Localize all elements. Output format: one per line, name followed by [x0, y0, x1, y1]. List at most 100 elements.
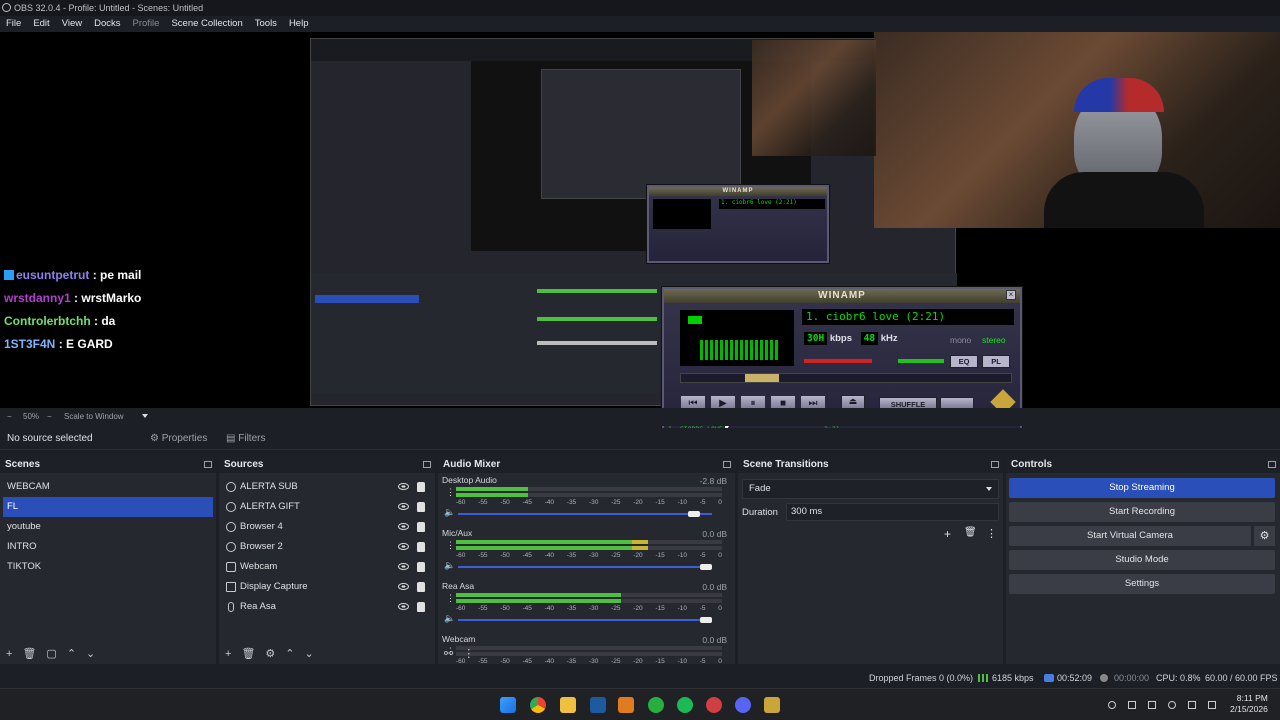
lock-icon[interactable]	[417, 522, 425, 532]
scene-item[interactable]: INTRO	[0, 537, 216, 557]
volume-icon[interactable]: 🔈	[444, 613, 455, 624]
eye-icon[interactable]	[398, 603, 409, 610]
zoom-in-icon[interactable]: −	[47, 408, 52, 426]
eye-icon[interactable]	[398, 563, 409, 570]
volume-slider[interactable]	[458, 566, 712, 568]
scene-item-selected[interactable]: FL	[3, 497, 213, 517]
whatsapp-icon[interactable]	[648, 697, 664, 713]
taskbar-clock[interactable]: 8:11 PM 2/15/2026	[1230, 693, 1268, 715]
source-item[interactable]: Display Capture	[219, 577, 435, 597]
app-icon[interactable]	[706, 697, 722, 713]
scene-item[interactable]: TIKTOK	[0, 557, 216, 577]
move-up-icon[interactable]: ⌃	[285, 648, 294, 660]
eye-icon[interactable]	[398, 503, 409, 510]
source-item[interactable]: Webcam	[219, 557, 435, 577]
add-icon[interactable]: +	[944, 527, 951, 541]
eye-icon[interactable]	[398, 543, 409, 550]
wifi-icon[interactable]	[1188, 701, 1196, 709]
settings-button[interactable]: Settings	[1009, 574, 1275, 594]
start-virtual-camera-button[interactable]: Start Virtual Camera	[1009, 526, 1251, 546]
source-item[interactable]: ALERTA SUB	[219, 477, 435, 497]
stop-streaming-button[interactable]: Stop Streaming	[1009, 478, 1275, 498]
winamp-icon[interactable]	[764, 697, 780, 713]
add-icon[interactable]: +	[225, 648, 231, 660]
tray-icon[interactable]	[1148, 701, 1156, 709]
menu-dots-icon[interactable]: ⋮	[986, 527, 997, 540]
move-down-icon[interactable]: ⌄	[305, 648, 314, 660]
lock-icon[interactable]	[417, 502, 425, 512]
source-item[interactable]: Browser 4	[219, 517, 435, 537]
winamp-eq-button[interactable]: EQ	[950, 355, 978, 368]
file-explorer-icon[interactable]	[560, 697, 576, 713]
volume-knob[interactable]	[700, 617, 712, 623]
scene-item[interactable]: WEBCAM	[0, 477, 216, 497]
link-icon[interactable]: ⚯	[444, 648, 453, 660]
trash-icon[interactable]: 🗑	[964, 527, 977, 538]
menu-profile[interactable]: Profile	[127, 16, 166, 32]
source-item[interactable]: Browser 2	[219, 537, 435, 557]
zoom-out-icon[interactable]: −	[7, 408, 12, 426]
lock-icon[interactable]	[417, 602, 425, 612]
eye-icon[interactable]	[398, 483, 409, 490]
tray-icon[interactable]	[1108, 701, 1116, 709]
close-icon[interactable]: ×	[1006, 290, 1016, 300]
chevron-down-icon[interactable]	[142, 414, 148, 418]
winamp-balance-slider[interactable]	[898, 359, 944, 363]
volume-icon[interactable]: 🔈	[444, 507, 455, 518]
menu-scene-collection[interactable]: Scene Collection	[165, 16, 248, 32]
filters-button[interactable]: ▤ Filters	[222, 432, 269, 446]
menu-tools[interactable]: Tools	[249, 16, 283, 32]
winamp-seek-bar[interactable]	[680, 373, 1012, 383]
volume-icon[interactable]: 🔈	[444, 560, 455, 571]
volume-icon[interactable]	[1208, 701, 1216, 709]
chrome-icon[interactable]	[530, 697, 546, 713]
duration-input[interactable]: 300 ms	[786, 503, 999, 521]
menu-edit[interactable]: Edit	[27, 16, 55, 32]
float-icon[interactable]	[1268, 461, 1276, 468]
float-icon[interactable]	[723, 461, 731, 468]
discord-icon[interactable]	[735, 697, 751, 713]
move-down-icon[interactable]: ⌄	[86, 648, 95, 660]
volume-slider[interactable]	[458, 619, 712, 621]
trash-icon[interactable]: 🗑	[22, 648, 36, 660]
float-icon[interactable]	[423, 461, 431, 468]
tray-icon[interactable]	[1128, 701, 1136, 709]
lock-icon[interactable]	[417, 482, 425, 492]
lock-icon[interactable]	[417, 542, 425, 552]
menu-view[interactable]: View	[56, 16, 88, 32]
trash-icon[interactable]: 🗑	[241, 648, 255, 660]
lock-icon[interactable]	[417, 562, 425, 572]
menu-dots-icon[interactable]: ⋮	[463, 648, 474, 660]
filter-icon[interactable]: ▢	[46, 648, 56, 660]
studio-mode-button[interactable]: Studio Mode	[1009, 550, 1275, 570]
volume-knob[interactable]	[700, 564, 712, 570]
move-up-icon[interactable]: ⌃	[67, 648, 76, 660]
spotify-icon[interactable]	[677, 697, 693, 713]
preview-canvas[interactable]: WINAMP 1. ciobr6 love (2:21) eusuntpetru…	[0, 32, 1280, 437]
menu-dots-icon[interactable]: ⋮	[446, 487, 455, 498]
microphone-icon[interactable]	[1168, 701, 1176, 709]
menu-dots-icon[interactable]: ⋮	[446, 540, 455, 551]
winamp-playlist-button[interactable]: PL	[982, 355, 1010, 368]
properties-button[interactable]: ⚙ Properties	[146, 432, 211, 446]
app-icon[interactable]	[590, 697, 606, 713]
gear-icon[interactable]: ⚙	[1254, 526, 1275, 546]
scene-item[interactable]: youtube	[0, 517, 216, 537]
winamp-volume-slider[interactable]	[804, 359, 872, 363]
lock-icon[interactable]	[417, 582, 425, 592]
float-icon[interactable]	[991, 461, 999, 468]
source-item[interactable]: ALERTA GIFT	[219, 497, 435, 517]
menu-file[interactable]: File	[0, 16, 27, 32]
transition-select[interactable]: Fade	[742, 479, 999, 499]
menu-dots-icon[interactable]: ⋮	[446, 593, 455, 604]
windows-start-icon[interactable]	[500, 697, 516, 713]
scale-mode[interactable]: Scale to Window	[64, 408, 124, 426]
volume-knob[interactable]	[687, 511, 700, 517]
app-icon[interactable]	[618, 697, 634, 713]
menu-docks[interactable]: Docks	[88, 16, 126, 32]
menu-help[interactable]: Help	[283, 16, 315, 32]
volume-slider[interactable]	[458, 513, 712, 515]
add-icon[interactable]: +	[6, 648, 12, 660]
eye-icon[interactable]	[398, 523, 409, 530]
start-recording-button[interactable]: Start Recording	[1009, 502, 1275, 522]
